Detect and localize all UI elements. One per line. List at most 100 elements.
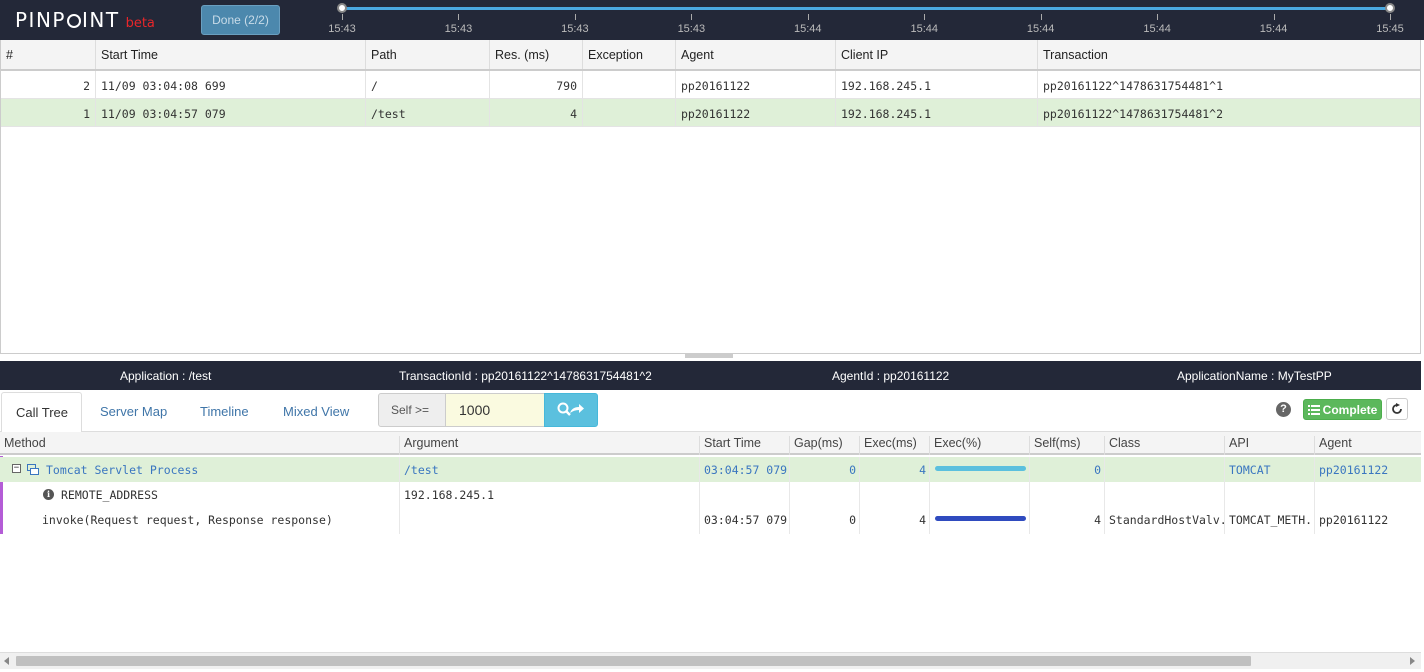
timeline-tick — [1273, 14, 1275, 20]
col-header-start-time[interactable]: Start Time — [700, 436, 790, 455]
timeline-tick-label: 15:44 — [794, 23, 822, 35]
timeline-tick-label: 15:43 — [444, 23, 473, 35]
col-header-client-ip[interactable]: Client IP — [836, 40, 1038, 69]
timeline-tick — [691, 14, 693, 20]
top-navbar: PINP INT beta Done (2/2) 15:43 15:43 15:43 1… — [0, 0, 1424, 40]
timeline-tick — [1040, 14, 1042, 20]
timeline-tick-label: 15:44 — [910, 23, 938, 35]
tab-timeline[interactable]: Timeline — [200, 404, 249, 419]
beta-label: beta — [125, 16, 155, 31]
method-cell: REMOTE_ADDRESS — [61, 488, 158, 502]
refresh-button[interactable] — [1386, 398, 1408, 420]
column-divider — [699, 457, 700, 534]
timeline-tick-label: 15:43 — [677, 23, 706, 35]
exec-cell: 4 — [919, 463, 926, 477]
info-application-name: ApplicationName : MyTestPP — [1177, 369, 1332, 383]
pinpoint-logo: PINP INT beta — [15, 8, 155, 32]
call-tree-row[interactable]: invoke(Request request, Response respons… — [0, 507, 1421, 532]
timeline-tick-label: 15:44 — [1026, 23, 1055, 35]
info-agent-id: AgentId : pp20161122 — [832, 369, 950, 383]
col-header-argument[interactable]: Argument — [400, 436, 700, 455]
horizontal-scrollbar[interactable] — [0, 652, 1421, 669]
col-header-exec-pct[interactable]: Exec(%) — [930, 436, 1030, 455]
column-divider — [929, 457, 930, 534]
scrollbar-thumb[interactable] — [16, 656, 1251, 666]
table-row[interactable]: 2 11/09 03:04:08 699 / 790 pp20161122 19… — [1, 71, 1420, 99]
col-header-self[interactable]: Self(ms) — [1030, 436, 1105, 455]
tab-call-tree[interactable]: Call Tree — [1, 392, 82, 433]
col-header-gap[interactable]: Gap(ms) — [790, 436, 860, 455]
col-header-exception[interactable]: Exception — [583, 40, 676, 69]
col-header-start-time[interactable]: Start Time — [96, 40, 366, 69]
col-header-method[interactable]: Method — [0, 436, 400, 455]
class-cell: StandardHostValv. — [1109, 513, 1225, 527]
cell-transaction: pp20161122^1478631754481^2 — [1038, 99, 1420, 127]
col-header-transaction[interactable]: Transaction — [1038, 40, 1420, 69]
timeline-slider-track[interactable] — [342, 7, 1390, 10]
tab-mixed-view[interactable]: Mixed View — [283, 404, 349, 419]
help-icon[interactable]: ? — [1276, 402, 1291, 417]
self-filter-label: Self >= — [378, 393, 446, 427]
timeline-left-handle[interactable] — [337, 3, 347, 13]
logo-o-icon — [66, 14, 81, 28]
scroll-left-arrow-icon[interactable] — [4, 657, 9, 665]
argument-cell: 192.168.245.1 — [404, 488, 495, 502]
gap-cell: 0 — [849, 513, 856, 527]
servlet-process-icon — [27, 464, 39, 475]
logo-text-end: INT — [81, 8, 120, 32]
col-header-num[interactable]: # — [1, 40, 96, 69]
col-header-exec[interactable]: Exec(ms) — [860, 436, 930, 455]
cell-num: 2 — [1, 71, 96, 99]
scroll-right-arrow-icon[interactable] — [1410, 657, 1415, 665]
exec-percent-bar — [935, 466, 1026, 471]
timeline-tick — [807, 14, 809, 20]
timeline-tick — [342, 14, 343, 20]
column-divider — [1224, 457, 1225, 534]
col-header-api[interactable]: API — [1225, 436, 1315, 455]
method-cell: Tomcat Servlet Process — [46, 463, 199, 477]
timeline-tick-label: 15:43 — [328, 23, 356, 35]
api-cell: TOMCAT_METH.. — [1229, 513, 1315, 527]
col-header-agent[interactable]: Agent — [1315, 436, 1421, 455]
column-divider — [859, 457, 860, 534]
complete-button[interactable]: Complete — [1303, 399, 1382, 420]
transaction-info-bar: Application : /test TransactionId : pp20… — [0, 361, 1421, 390]
search-button[interactable] — [544, 393, 598, 427]
collapse-toggle-icon[interactable]: − — [12, 464, 21, 473]
timeline-tick — [1390, 14, 1391, 20]
argument-cell: /test — [404, 463, 439, 477]
refresh-icon — [1392, 403, 1402, 414]
col-header-agent[interactable]: Agent — [676, 40, 836, 69]
cell-client-ip: 192.168.245.1 — [836, 71, 1038, 99]
self-threshold-input[interactable] — [445, 393, 545, 427]
table-row-selected[interactable]: 1 11/09 03:04:57 079 /test 4 pp20161122 … — [1, 99, 1420, 127]
col-header-res[interactable]: Res. (ms) — [490, 40, 583, 69]
api-cell: TOMCAT — [1229, 463, 1271, 477]
start-time-cell: 03:04:57 079 — [704, 513, 788, 527]
list-icon — [1307, 404, 1320, 415]
timeline-tick-label: 15:43 — [561, 23, 589, 35]
call-tree-row[interactable]: i REMOTE_ADDRESS 192.168.245.1 — [0, 482, 1421, 507]
done-button[interactable]: Done (2/2) — [201, 5, 280, 35]
method-cell: invoke(Request request, Response respons… — [42, 513, 333, 527]
call-tree-row[interactable]: − Tomcat Servlet Process /test 03:04:57 … — [0, 457, 1421, 482]
info-application: Application : /test — [120, 369, 212, 383]
detail-tab-bar: Call Tree Server Map Timeline Mixed View… — [0, 390, 1421, 433]
logo-text-start: PINP — [15, 8, 66, 32]
timeline-tick — [1157, 14, 1159, 20]
cell-exception — [583, 99, 676, 127]
search-icon — [557, 402, 584, 416]
timeline-right-handle[interactable] — [1385, 3, 1395, 13]
column-divider — [1029, 457, 1030, 534]
timeline-tick — [574, 14, 576, 20]
timeline-tick — [924, 14, 926, 20]
cell-start-time: 11/09 03:04:08 699 — [96, 71, 366, 99]
panel-resize-handle[interactable] — [685, 353, 733, 358]
cell-start-time: 11/09 03:04:57 079 — [96, 99, 366, 127]
col-header-path[interactable]: Path — [366, 40, 490, 69]
cell-num: 1 — [1, 99, 96, 127]
cell-agent: pp20161122 — [676, 71, 836, 99]
exec-cell: 4 — [919, 513, 926, 527]
col-header-class[interactable]: Class — [1105, 436, 1225, 455]
tab-server-map[interactable]: Server Map — [100, 404, 167, 419]
